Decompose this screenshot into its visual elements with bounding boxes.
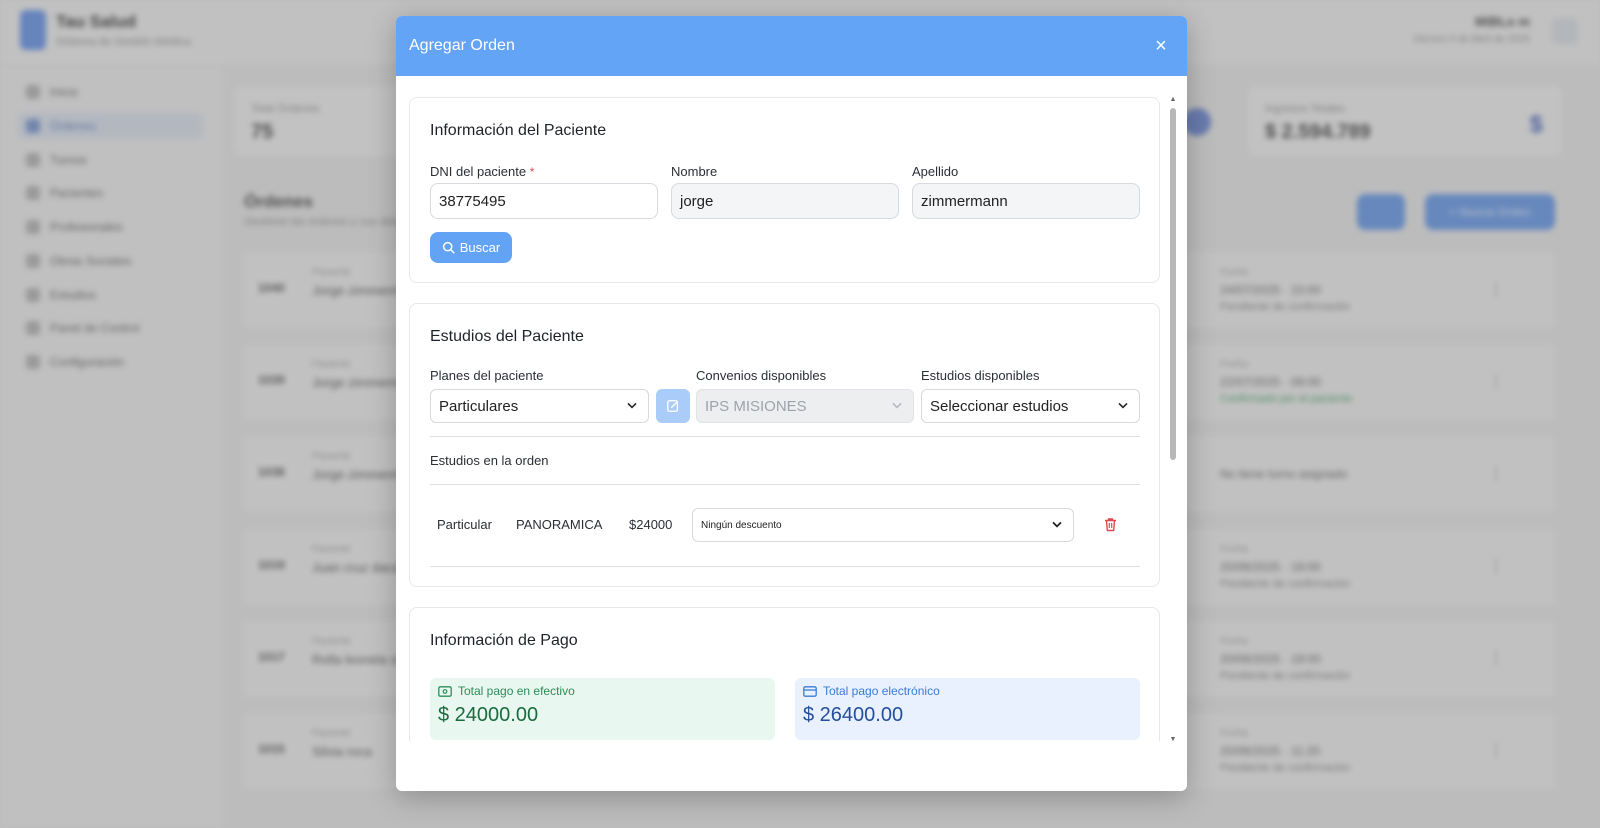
patient-info-title: Información del Paciente (430, 122, 607, 139)
scroll-up-arrow[interactable]: ▲ (1169, 96, 1177, 104)
plans-label: Planes del paciente (430, 368, 544, 383)
surname-input[interactable]: zimmermann (912, 183, 1140, 219)
agreements-label: Convenios disponibles (696, 368, 827, 383)
add-order-modal: Agregar Orden × Información del Paciente… (396, 16, 1187, 791)
required-mark: * (529, 165, 535, 179)
electronic-total-label: Total pago electrónico (823, 684, 940, 698)
card-icon (803, 685, 817, 697)
study-plan: Particular (437, 517, 492, 532)
studies-section: Estudios del Paciente Planes del pacient… (409, 303, 1160, 587)
studies-in-order-label: Estudios en la orden (430, 453, 549, 468)
dni-label: DNI del paciente * (430, 164, 535, 179)
available-studies-label: Estudios disponibles (921, 368, 1040, 383)
agreements-select: IPS MISIONES (696, 389, 914, 423)
study-name: PANORAMICA (516, 517, 603, 532)
search-icon (442, 241, 455, 254)
divider (430, 566, 1140, 567)
studies-title: Estudios del Paciente (430, 328, 584, 345)
study-price: $24000 (629, 517, 673, 532)
scroll-down-arrow[interactable]: ▼ (1169, 736, 1177, 741)
discount-select[interactable]: Ningún descuento (692, 508, 1074, 542)
electronic-total-amount: $ 26400.00 (803, 704, 904, 726)
electronic-total-box: Total pago electrónico $ 26400.00 (795, 678, 1140, 740)
chevron-down-icon (1118, 402, 1128, 409)
divider (430, 436, 1140, 437)
cash-total-box: Total pago en efectivo $ 24000.00 (430, 678, 775, 740)
close-icon[interactable]: × (1149, 35, 1173, 58)
chevron-down-icon (892, 402, 902, 409)
payment-title: Información de Pago (430, 632, 578, 649)
scroll-thumb[interactable] (1170, 108, 1176, 460)
plans-select[interactable]: Particulares (430, 389, 649, 423)
cash-total-label: Total pago en efectivo (458, 684, 575, 698)
name-input[interactable]: jorge (671, 183, 899, 219)
search-button[interactable]: Buscar (430, 232, 512, 263)
edit-icon (667, 400, 679, 412)
name-label: Nombre (671, 164, 718, 179)
chevron-down-icon (627, 402, 637, 409)
trash-icon[interactable] (1104, 517, 1117, 532)
edit-plan-button[interactable] (656, 389, 690, 423)
modal-scrollbar[interactable]: ▲ ▼ (1169, 96, 1177, 741)
patient-info-section: Información del Paciente DNI del pacient… (409, 97, 1160, 283)
surname-label: Apellido (912, 164, 959, 179)
payment-section: Información de Pago Total pago en efecti… (409, 607, 1160, 741)
available-studies-select[interactable]: Seleccionar estudios (921, 389, 1140, 423)
modal-title: Agregar Orden (409, 37, 515, 54)
divider (430, 484, 1140, 485)
dni-input[interactable]: 38775495 (430, 183, 658, 219)
cash-total-amount: $ 24000.00 (438, 704, 539, 726)
modal-header: Agregar Orden × (396, 16, 1187, 76)
modal-body[interactable]: Información del Paciente DNI del pacient… (396, 76, 1187, 741)
chevron-down-icon (1052, 521, 1062, 528)
cash-icon (438, 685, 452, 697)
